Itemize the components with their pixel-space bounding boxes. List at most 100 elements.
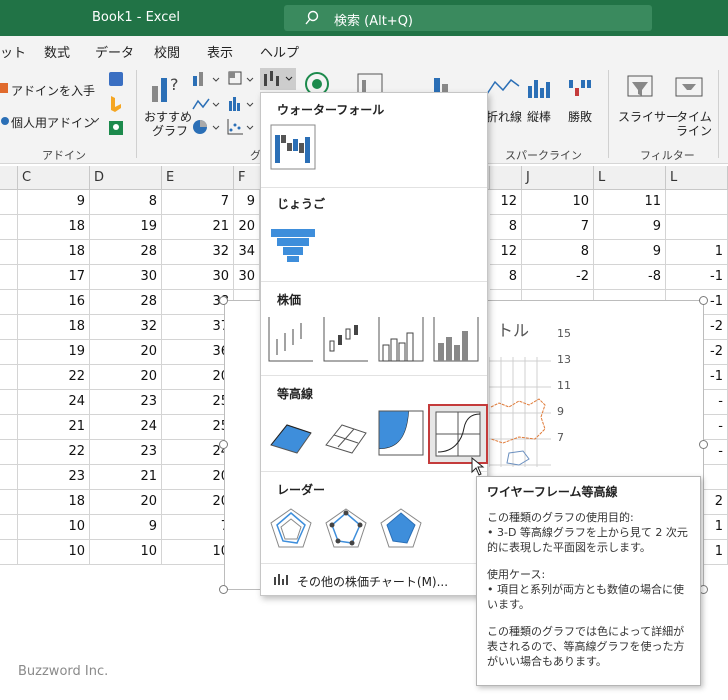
stock-surface-chart-button[interactable]	[260, 68, 296, 90]
column-header-c[interactable]: C	[18, 166, 90, 190]
slicer-icon[interactable]	[626, 72, 656, 102]
grid-cell[interactable]: 7	[522, 215, 594, 240]
grid-cell[interactable]: 10	[522, 190, 594, 215]
timeline-label-2[interactable]: ライン	[676, 122, 712, 139]
slicer-label[interactable]: スライサー	[618, 108, 678, 125]
column-header-e[interactable]: E	[162, 166, 234, 190]
grid-cell[interactable]: 21	[162, 215, 234, 240]
grid-cell[interactable]	[0, 190, 18, 215]
grid-cell[interactable]: -1	[666, 265, 728, 290]
grid-cell[interactable]: 23	[90, 440, 162, 465]
hierarchy-chart-icon[interactable]	[227, 70, 257, 88]
grid-cell[interactable]: 16	[18, 290, 90, 315]
grid-cell[interactable]: 21	[90, 465, 162, 490]
tab-formulas[interactable]: 数式	[44, 42, 70, 61]
column-header-k[interactable]: L	[594, 166, 666, 190]
grid-cell[interactable]: 12	[490, 190, 522, 215]
column-header-l[interactable]: L	[666, 166, 728, 190]
grid-cell[interactable]: 19	[90, 215, 162, 240]
radar-option[interactable]	[267, 505, 315, 553]
grid-cell[interactable]: 10	[90, 540, 162, 565]
sparkline-column-label[interactable]: 縦棒	[527, 108, 551, 125]
grid-cell[interactable]	[0, 340, 18, 365]
grid-cell[interactable]: 8	[490, 265, 522, 290]
grid-cell[interactable]: 18	[18, 490, 90, 515]
sparkline-line-icon[interactable]	[485, 76, 521, 100]
grid-cell[interactable]: 19	[18, 340, 90, 365]
resize-handle[interactable]	[219, 296, 228, 305]
grid-cell[interactable]: 9	[234, 190, 260, 215]
grid-cell[interactable]: 32	[162, 240, 234, 265]
resize-handle[interactable]	[699, 296, 708, 305]
grid-cell[interactable]	[0, 390, 18, 415]
grid-cell[interactable]: 9	[594, 215, 666, 240]
grid-cell[interactable]: 30	[234, 265, 260, 290]
grid-cell[interactable]: 8	[90, 190, 162, 215]
grid-cell[interactable]: 1	[666, 240, 728, 265]
timeline-icon[interactable]	[674, 72, 704, 102]
grid-cell[interactable]: 18	[18, 315, 90, 340]
grid-cell[interactable]: 18	[18, 240, 90, 265]
tab-review[interactable]: 校閲	[154, 42, 180, 61]
grid-cell[interactable]: 23	[90, 390, 162, 415]
grid-cell[interactable]: 20	[234, 215, 260, 240]
grid-cell[interactable]: 22	[18, 365, 90, 390]
grid-cell[interactable]: 34	[234, 240, 260, 265]
grid-cell[interactable]: 24	[90, 415, 162, 440]
filled-radar-option[interactable]	[377, 505, 425, 553]
grid-cell[interactable]: 30	[90, 265, 162, 290]
grid-cell[interactable]: 32	[90, 315, 162, 340]
grid-cell[interactable]	[0, 365, 18, 390]
wireframe-contour-option[interactable]	[428, 404, 488, 464]
column-header-i[interactable]	[490, 166, 522, 190]
contour-option[interactable]	[377, 409, 425, 457]
column-header-d[interactable]: D	[90, 166, 162, 190]
grid-cell[interactable]	[0, 315, 18, 340]
grid-cell[interactable]	[0, 440, 18, 465]
grid-cell[interactable]: 24	[18, 390, 90, 415]
funnel-chart-option[interactable]	[269, 217, 317, 265]
resize-handle[interactable]	[219, 440, 228, 449]
grid-cell[interactable]: 8	[522, 240, 594, 265]
grid-cell[interactable]	[666, 190, 728, 215]
radar-markers-option[interactable]	[322, 505, 370, 553]
scatter-chart-icon[interactable]	[227, 118, 257, 136]
grid-cell[interactable]: 9	[594, 240, 666, 265]
stock-ohlc-option[interactable]	[322, 315, 370, 363]
grid-cell[interactable]: 20	[90, 490, 162, 515]
grid-cell[interactable]	[0, 240, 18, 265]
grid-cell[interactable]: 10	[18, 540, 90, 565]
grid-cell[interactable]	[0, 415, 18, 440]
grid-cell[interactable]	[666, 215, 728, 240]
grid-cell[interactable]: 9	[18, 190, 90, 215]
grid-cell[interactable]: 22	[18, 440, 90, 465]
grid-cell[interactable]	[0, 290, 18, 315]
chart-title-partial[interactable]: トル	[497, 317, 529, 341]
waterfall-chart-option[interactable]	[269, 123, 317, 171]
get-addins-button[interactable]: アドインを入手	[11, 82, 95, 99]
grid-cell[interactable]: 7	[162, 190, 234, 215]
search-box[interactable]: 検索 (Alt+Q)	[284, 5, 652, 31]
tab-help[interactable]: ヘルプ	[260, 42, 299, 61]
grid-cell[interactable]	[0, 540, 18, 565]
grid-cell[interactable]: 20	[90, 340, 162, 365]
stock-vohlc-option[interactable]	[432, 315, 480, 363]
column-header-partial[interactable]	[0, 166, 18, 190]
sparkline-winloss-icon[interactable]	[566, 76, 598, 100]
tab-view[interactable]: 表示	[207, 42, 233, 61]
wireframe-3d-surface-option[interactable]	[322, 409, 370, 457]
grid-cell[interactable]: 23	[18, 465, 90, 490]
grid-cell[interactable]: 12	[490, 240, 522, 265]
line-chart-icon[interactable]	[191, 95, 221, 113]
grid-cell[interactable]: 18	[18, 215, 90, 240]
resize-handle[interactable]	[219, 585, 228, 594]
grid-cell[interactable]: 17	[18, 265, 90, 290]
sparkline-line-label[interactable]: 折れ線	[486, 108, 522, 125]
tab-data[interactable]: データ	[95, 42, 134, 61]
sparkline-winloss-label[interactable]: 勝敗	[568, 108, 592, 125]
tab-layout[interactable]: ット	[0, 42, 26, 61]
grid-cell[interactable]: -2	[522, 265, 594, 290]
grid-cell[interactable]: 28	[90, 290, 162, 315]
pie-chart-icon[interactable]	[191, 118, 221, 136]
grid-cell[interactable]: 11	[594, 190, 666, 215]
